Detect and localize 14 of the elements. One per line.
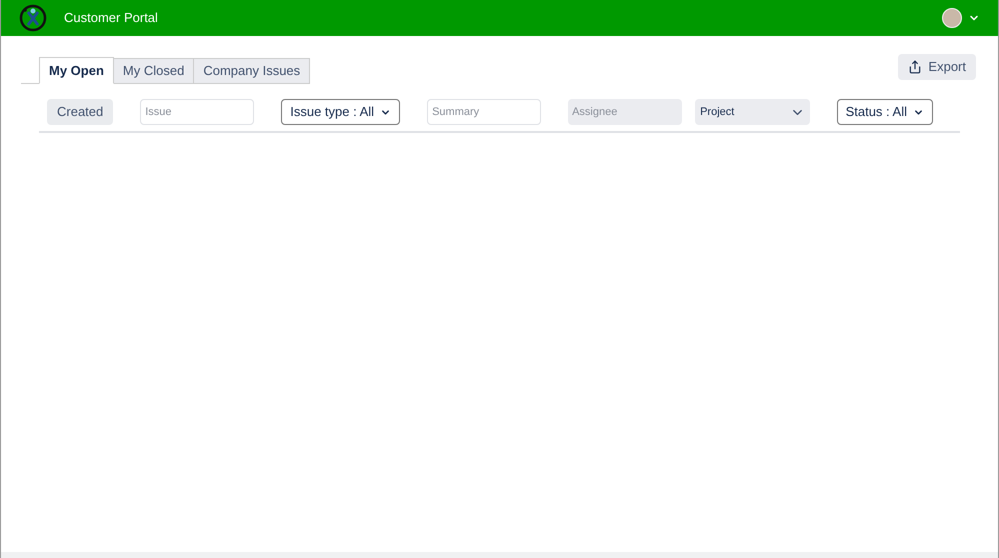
filter-input-field[interactable]: Issue xyxy=(140,99,254,125)
filter-dropdown[interactable]: Status : All xyxy=(836,99,933,125)
tab[interactable]: My Closed xyxy=(114,58,194,84)
portal-title: Customer Portal xyxy=(64,9,158,28)
filter-input-field[interactable]: Summary xyxy=(427,99,542,125)
share-icon xyxy=(908,60,922,74)
logo-icon xyxy=(19,4,47,32)
created-label: Created xyxy=(47,99,114,125)
tab[interactable]: Company Issues xyxy=(194,58,310,84)
filter-dropdown[interactable]: Issue type : All xyxy=(281,99,400,125)
export-button[interactable]: Export xyxy=(898,54,976,80)
avatar[interactable] xyxy=(942,8,962,28)
tab[interactable]: My Open xyxy=(39,57,114,84)
project-dropdown[interactable]: Project xyxy=(695,99,810,125)
